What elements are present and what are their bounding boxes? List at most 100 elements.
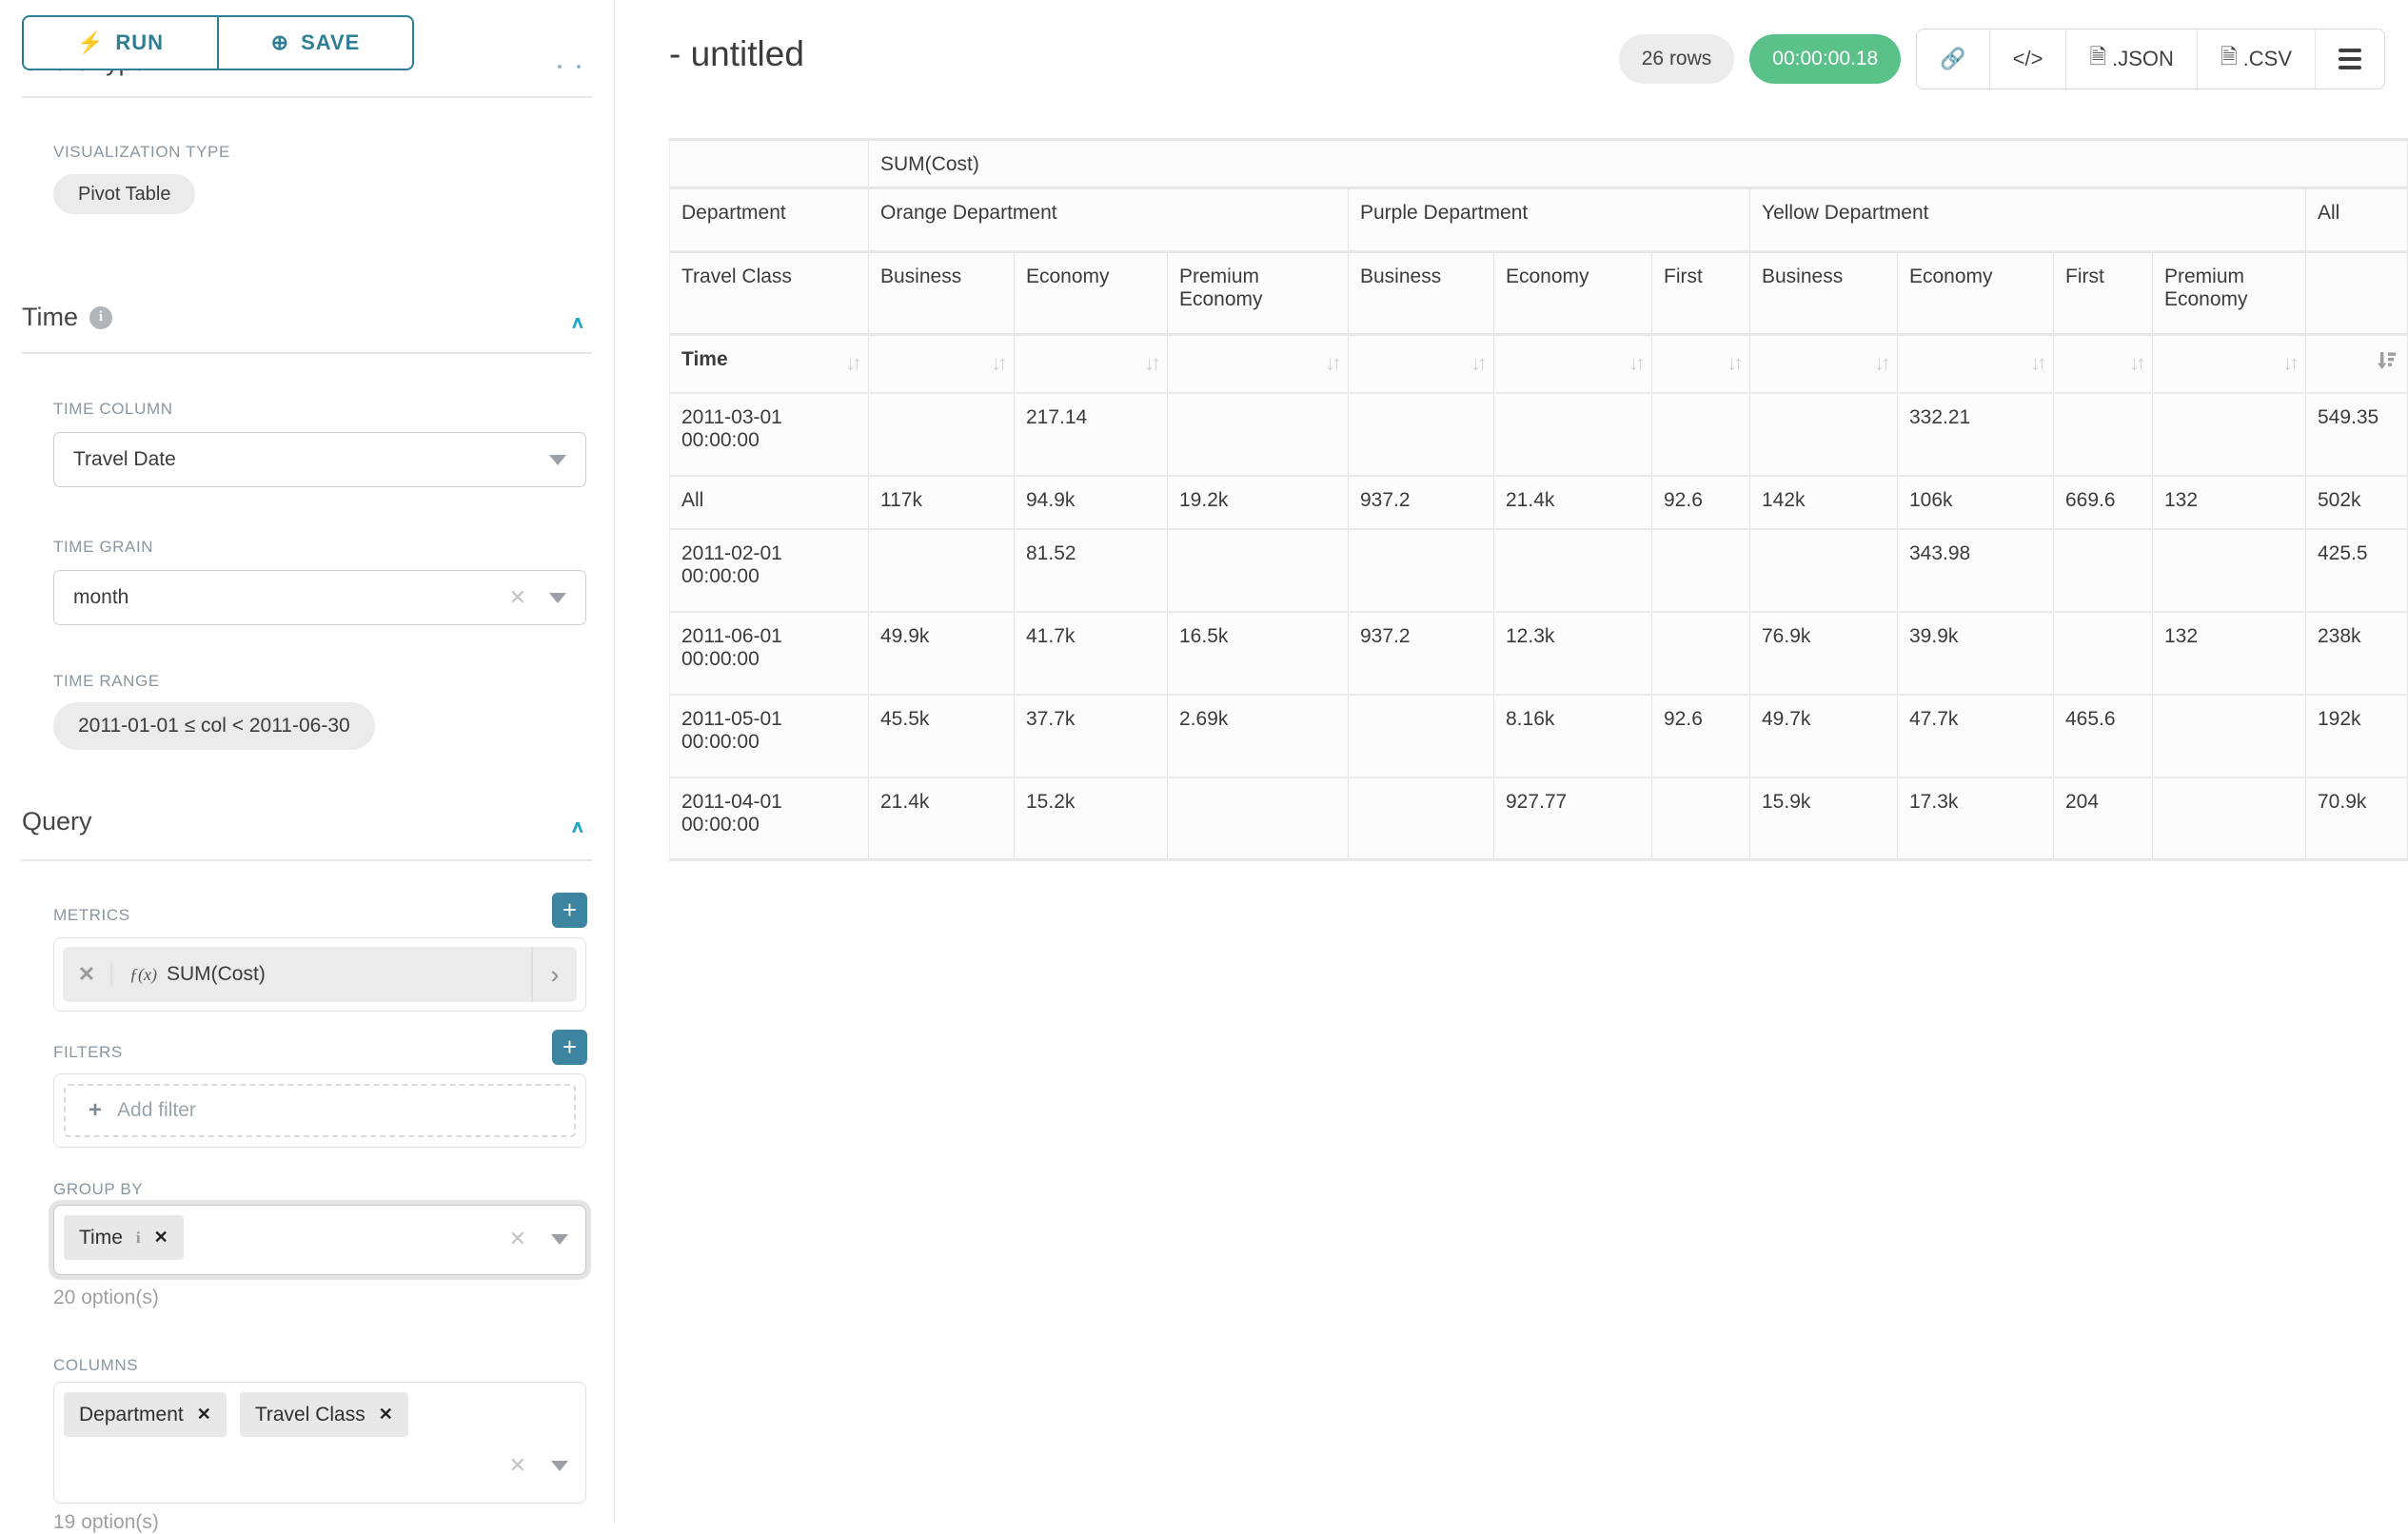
value-cell xyxy=(1750,393,1898,476)
sort-icon: ↓↑ xyxy=(991,351,1004,376)
sort-header-cell[interactable]: ↓↑ xyxy=(1750,335,1898,393)
file-json-icon: 🗎 xyxy=(2089,41,2106,77)
columns-select[interactable]: Department✕ Travel Class✕ ✕ xyxy=(53,1382,586,1504)
time-grain-select[interactable]: month ✕ xyxy=(53,570,586,625)
view-query-button[interactable]: </> xyxy=(1989,30,2066,88)
time-section-title: Time i xyxy=(22,303,112,332)
value-cell: 15.9k xyxy=(1750,777,1898,860)
time-range-pill[interactable]: 2011-01-01 ≤ col < 2011-06-30 xyxy=(53,702,375,750)
row-label-cell: All xyxy=(670,476,869,529)
department-header-cell: Department xyxy=(670,188,869,252)
row-label-cell: 2011-06-01 00:00:00 xyxy=(670,612,869,695)
row-label-cell: 2011-03-01 00:00:00 xyxy=(670,393,869,476)
value-cell: 21.4k xyxy=(869,777,1015,860)
collapse-time-chevron-icon[interactable]: ∧ xyxy=(570,313,585,333)
remove-chip-icon[interactable]: ✕ xyxy=(197,1405,211,1425)
value-cell xyxy=(1349,695,1494,777)
value-cell: 47.7k xyxy=(1898,695,2054,777)
save-button[interactable]: ⊕ SAVE xyxy=(217,17,412,69)
sort-header-cell[interactable]: ↓↑ xyxy=(869,335,1015,393)
collapse-query-chevron-icon[interactable]: ∧ xyxy=(570,817,585,837)
value-cell: 17.3k xyxy=(1898,777,2054,860)
sort-header-cell[interactable]: ↓↑ xyxy=(2054,335,2153,393)
info-icon: i xyxy=(136,1229,141,1248)
viz-type-label: VISUALIZATION TYPE xyxy=(53,143,230,162)
value-cell: 132 xyxy=(2153,476,2306,529)
run-button[interactable]: ⚡ RUN xyxy=(24,17,217,69)
add-metric-button[interactable]: + xyxy=(552,893,587,928)
viz-type-pill[interactable]: Pivot Table xyxy=(53,174,195,214)
chevron-down-icon xyxy=(549,593,566,603)
add-filter-plus-button[interactable]: + xyxy=(552,1030,587,1065)
value-cell: 332.21 xyxy=(1898,393,2054,476)
sort-icon: ↓↑ xyxy=(845,351,859,376)
share-link-button[interactable]: 🔗 xyxy=(1917,30,1988,88)
value-cell: 465.6 xyxy=(2054,695,2153,777)
chevron-right-icon[interactable]: › xyxy=(531,947,577,1002)
chart-title[interactable]: - untitled xyxy=(669,34,804,74)
value-cell xyxy=(2054,529,2153,612)
value-cell xyxy=(869,393,1015,476)
value-cell: 937.2 xyxy=(1349,476,1494,529)
selected-option-chip[interactable]: Department✕ xyxy=(64,1392,227,1437)
clear-icon[interactable]: ✕ xyxy=(509,585,526,610)
columns-options-hint: 19 option(s) xyxy=(53,1511,159,1534)
sort-header-cell[interactable]: ↓↑ xyxy=(2153,335,2306,393)
sort-header-time[interactable]: Time↓↑ xyxy=(670,335,869,393)
sub-column-header: First xyxy=(1652,252,1750,335)
value-cell xyxy=(2153,393,2306,476)
add-filter-button[interactable]: + Add filter xyxy=(64,1084,576,1137)
value-cell: 39.9k xyxy=(1898,612,2054,695)
value-cell: 132 xyxy=(2153,612,2306,695)
column-group-header: Yellow Department xyxy=(1750,188,2306,252)
corner-cell xyxy=(670,140,869,188)
metric-pill[interactable]: ✕ ƒ(x) SUM(Cost) › xyxy=(63,947,577,1002)
sort-header-cell[interactable]: ↓↑ xyxy=(1015,335,1168,393)
value-cell xyxy=(2153,777,2306,860)
metric-header-cell: SUM(Cost) xyxy=(869,140,2408,188)
sort-header-cell[interactable]: ↓↑ xyxy=(1494,335,1652,393)
sub-column-header: Business xyxy=(1750,252,1898,335)
remove-metric-icon[interactable]: ✕ xyxy=(63,962,112,987)
value-cell: 927.77 xyxy=(1494,777,1652,860)
time-column-select[interactable]: Travel Date xyxy=(53,432,586,487)
value-cell xyxy=(1494,393,1652,476)
more-options-button[interactable] xyxy=(2315,30,2384,88)
filters-box: + Add filter xyxy=(53,1073,586,1148)
sort-header-cell[interactable] xyxy=(2306,335,2408,393)
value-cell: 425.5 xyxy=(2306,529,2408,612)
filters-label: FILTERS xyxy=(53,1043,123,1062)
group-by-select[interactable]: Timei✕ ✕ xyxy=(53,1205,586,1275)
export-json-button[interactable]: 🗎 .JSON xyxy=(2065,30,2197,88)
value-cell xyxy=(2153,529,2306,612)
sort-header-cell[interactable]: ↓↑ xyxy=(1349,335,1494,393)
pivot-table-container: SUM(Cost)DepartmentOrange DepartmentPurp… xyxy=(669,138,2408,861)
value-cell: 92.6 xyxy=(1652,695,1750,777)
row-label-cell: 2011-04-01 00:00:00 xyxy=(670,777,869,860)
selected-option-chip[interactable]: Timei✕ xyxy=(64,1215,184,1260)
pivot-table: SUM(Cost)DepartmentOrange DepartmentPurp… xyxy=(669,138,2408,861)
value-cell: 94.9k xyxy=(1015,476,1168,529)
sort-icon: ↓↑ xyxy=(1727,351,1740,376)
remove-chip-icon[interactable]: ✕ xyxy=(154,1228,168,1248)
group-by-label: GROUP BY xyxy=(53,1180,143,1199)
value-cell xyxy=(1168,393,1349,476)
export-csv-button[interactable]: 🗎 .CSV xyxy=(2197,30,2315,88)
value-cell: 669.6 xyxy=(2054,476,2153,529)
sort-header-cell[interactable]: ↓↑ xyxy=(1168,335,1349,393)
clear-icon[interactable]: ✕ xyxy=(509,1453,526,1478)
selected-option-chip[interactable]: Travel Class✕ xyxy=(240,1392,408,1437)
value-cell: 192k xyxy=(2306,695,2408,777)
sort-header-cell[interactable]: ↓↑ xyxy=(1898,335,2054,393)
time-range-label: TIME RANGE xyxy=(53,672,160,691)
export-button-group: 🔗 </> 🗎 .JSON 🗎 .CSV xyxy=(1916,29,2385,89)
file-csv-icon: 🗎 xyxy=(2220,41,2238,77)
link-icon: 🔗 xyxy=(1940,47,1965,71)
lightning-icon: ⚡ xyxy=(77,30,104,55)
sort-icon: ↓↑ xyxy=(1628,351,1642,376)
sort-header-cell[interactable]: ↓↑ xyxy=(1652,335,1750,393)
remove-chip-icon[interactable]: ✕ xyxy=(379,1405,393,1425)
clear-icon[interactable]: ✕ xyxy=(509,1227,526,1251)
row-label-cell: 2011-02-01 00:00:00 xyxy=(670,529,869,612)
value-cell: 106k xyxy=(1898,476,2054,529)
